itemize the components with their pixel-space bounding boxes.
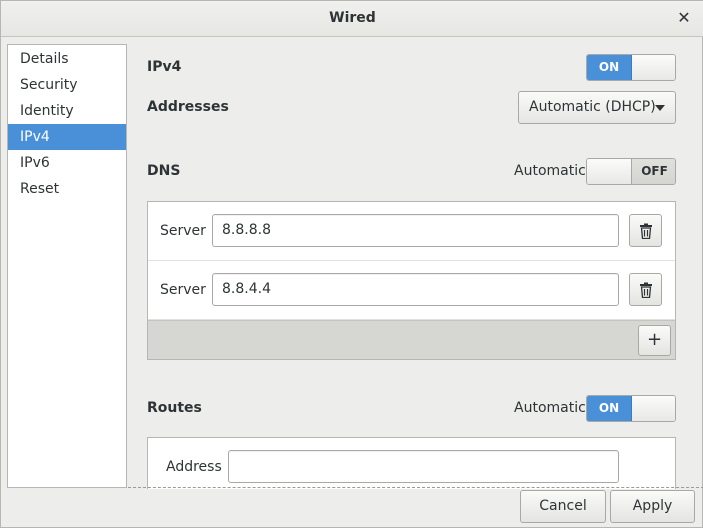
dns-server-list: Server 8.8.8.8 Server 8.8.4.4 + bbox=[147, 201, 676, 360]
dns-list-toolbar: + bbox=[148, 320, 675, 359]
list-item: Server 8.8.4.4 bbox=[148, 261, 675, 320]
dns-server-field-1[interactable]: 8.8.8.8 bbox=[212, 214, 619, 247]
chevron-down-icon bbox=[655, 105, 665, 111]
ipv4-toggle[interactable]: ON bbox=[586, 54, 676, 81]
route-address-field[interactable] bbox=[228, 450, 619, 483]
ipv4-toggle-knob bbox=[632, 55, 675, 80]
trash-icon bbox=[640, 223, 652, 239]
dns-automatic-label: Automatic bbox=[514, 163, 586, 179]
routes-toggle-state: ON bbox=[587, 396, 632, 421]
routes-automatic-toggle[interactable]: ON bbox=[586, 395, 676, 422]
sidebar-item-security[interactable]: Security bbox=[8, 72, 126, 98]
sidebar-item-ipv6[interactable]: IPv6 bbox=[8, 150, 126, 176]
dns-heading: DNS bbox=[147, 163, 181, 179]
routes-toggle-knob bbox=[632, 396, 675, 421]
sidebar: Details Security Identity IPv4 IPv6 Rese… bbox=[7, 44, 127, 488]
sidebar-item-details[interactable]: Details bbox=[8, 46, 126, 72]
addresses-method-value: Automatic (DHCP) bbox=[529, 99, 656, 115]
add-server-button[interactable]: + bbox=[638, 325, 671, 356]
close-icon[interactable]: ✕ bbox=[674, 8, 694, 28]
routes-heading: Routes bbox=[147, 400, 202, 416]
sidebar-item-ipv4[interactable]: IPv4 bbox=[8, 124, 126, 150]
plus-icon: + bbox=[646, 329, 663, 350]
dns-server-label: Server bbox=[160, 223, 206, 239]
routes-automatic-label: Automatic bbox=[514, 400, 586, 416]
addresses-method-dropdown[interactable]: Automatic (DHCP) bbox=[518, 91, 676, 124]
routes-list: Address bbox=[147, 437, 676, 489]
sidebar-item-identity[interactable]: Identity bbox=[8, 98, 126, 124]
cancel-button[interactable]: Cancel bbox=[520, 490, 606, 523]
dns-toggle-knob bbox=[587, 159, 632, 184]
titlebar: Wired ✕ bbox=[1, 1, 703, 37]
dns-automatic-toggle[interactable]: OFF bbox=[586, 158, 676, 185]
list-item: Server 8.8.8.8 bbox=[148, 202, 675, 261]
trash-icon bbox=[640, 282, 652, 298]
route-address-label: Address bbox=[166, 459, 222, 475]
dns-toggle-state: OFF bbox=[632, 159, 675, 184]
apply-button[interactable]: Apply bbox=[610, 490, 695, 523]
sidebar-item-reset[interactable]: Reset bbox=[8, 176, 126, 202]
scroll-edge-divider bbox=[128, 487, 703, 488]
delete-server-button[interactable] bbox=[629, 214, 662, 247]
wired-settings-window: Wired ✕ Details Security Identity IPv4 I… bbox=[0, 0, 703, 528]
ipv4-toggle-state: ON bbox=[587, 55, 632, 80]
dns-server-field-2[interactable]: 8.8.4.4 bbox=[212, 273, 619, 306]
dns-server-label: Server bbox=[160, 282, 206, 298]
delete-server-button[interactable] bbox=[629, 273, 662, 306]
window-title: Wired bbox=[329, 10, 376, 26]
addresses-label: Addresses bbox=[147, 99, 229, 115]
ipv4-heading: IPv4 bbox=[147, 59, 182, 75]
